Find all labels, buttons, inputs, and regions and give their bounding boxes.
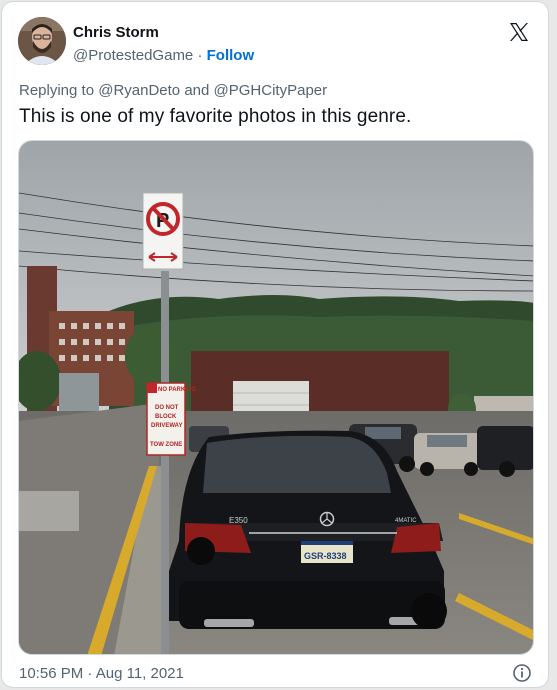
tow-sign-line-4: TOW ZONE bbox=[150, 442, 182, 448]
tweet-card: Chris Storm @ProtestedGame · Follow Repl… bbox=[1, 1, 549, 688]
tow-sign-line-3: DRIVEWAY bbox=[151, 423, 182, 429]
reply-mention-ryandeto[interactable]: @RyanDeto bbox=[98, 82, 180, 99]
reply-mention-pghcitypaper[interactable]: @PGHCityPaper bbox=[214, 82, 328, 99]
author-name[interactable]: Chris Storm bbox=[73, 24, 159, 41]
tow-sign-line-2: BLOCK bbox=[155, 414, 177, 420]
reply-prefix: Replying to bbox=[19, 82, 95, 99]
car-badge-left: E350 bbox=[229, 516, 248, 525]
separator-dot: · bbox=[197, 47, 203, 64]
x-logo-icon[interactable] bbox=[507, 20, 531, 44]
timestamp-separator: · bbox=[87, 665, 93, 682]
tweet-time: 10:56 PM bbox=[19, 665, 84, 682]
author-handle[interactable]: @ProtestedGame bbox=[73, 47, 193, 64]
tweet-date: Aug 11, 2021 bbox=[95, 665, 184, 682]
follow-button[interactable]: Follow bbox=[207, 47, 255, 64]
tweet-timestamp[interactable]: 10:56 PM · Aug 11, 2021 bbox=[19, 665, 184, 682]
tow-sign-line-0: NO PARKING bbox=[158, 387, 196, 393]
reply-and: and bbox=[184, 82, 210, 99]
tweet-text: This is one of my favorite photos in thi… bbox=[19, 106, 412, 127]
info-icon[interactable] bbox=[512, 663, 532, 683]
no-parking-sign-icon: P bbox=[142, 192, 184, 270]
car-badge-right: 4MATIC bbox=[395, 518, 417, 524]
reply-context: Replying to @RyanDeto and @PGHCityPaper bbox=[19, 82, 327, 99]
handle-row: @ProtestedGame · Follow bbox=[73, 47, 254, 64]
license-plate: GSR-8338 bbox=[304, 551, 347, 561]
avatar[interactable] bbox=[18, 17, 66, 65]
tow-sign-line-1: DO NOT bbox=[155, 405, 179, 411]
tweet-photo[interactable]: E350 4MATIC GSR-8338 P NO PARKING bbox=[18, 140, 534, 655]
